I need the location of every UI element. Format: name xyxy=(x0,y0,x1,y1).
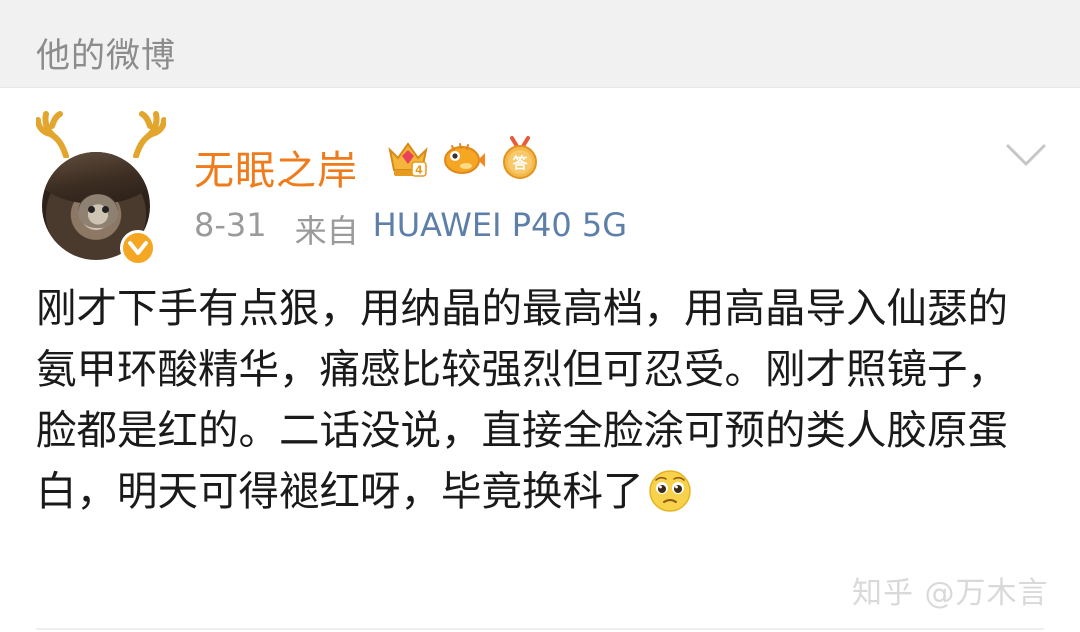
svg-text:4: 4 xyxy=(415,164,423,177)
author-name[interactable]: 无眠之岸 xyxy=(194,138,358,196)
svg-text:答: 答 xyxy=(512,154,528,172)
cat-photo xyxy=(78,194,118,228)
weibo-post[interactable]: 无眠之岸 4 答 8-31 来自 HUAWEI P40 5G 刚才下手有点狠，用… xyxy=(0,88,1080,632)
post-meta: 8-31 来自 HUAWEI P40 5G xyxy=(194,206,627,252)
device-link[interactable]: HUAWEI P40 5G xyxy=(373,206,627,252)
zhihu-watermark: 知乎 @万木言 xyxy=(852,576,1049,611)
avatar-container[interactable] xyxy=(36,110,166,266)
divider xyxy=(36,628,1044,630)
author-badges: 4 答 xyxy=(386,134,542,182)
antler-left-icon xyxy=(36,111,69,158)
section-header: 他的微博 xyxy=(0,0,1080,88)
verified-badge-icon xyxy=(120,230,156,266)
post-date: 8-31 xyxy=(194,206,267,244)
section-title: 他的微博 xyxy=(36,36,176,76)
post-text[interactable]: 刚才下手有点狠，用纳晶的最高档，用高晶导入仙瑟的氨甲环酸精华，痛感比较强烈但可忍… xyxy=(36,278,1046,522)
pufferfish-icon[interactable] xyxy=(442,136,486,180)
pleading-face-icon xyxy=(648,470,691,512)
chevron-down-icon[interactable] xyxy=(1004,140,1048,170)
antler-right-icon xyxy=(133,111,166,158)
source-prefix: 来自 xyxy=(294,212,359,250)
vip-crown-icon[interactable]: 4 xyxy=(386,136,430,180)
post-body: 刚才下手有点狠，用纳晶的最高档，用高晶导入仙瑟的氨甲环酸精华，痛感比较强烈但可忍… xyxy=(36,284,1008,515)
answer-medal-icon[interactable]: 答 xyxy=(498,136,542,180)
